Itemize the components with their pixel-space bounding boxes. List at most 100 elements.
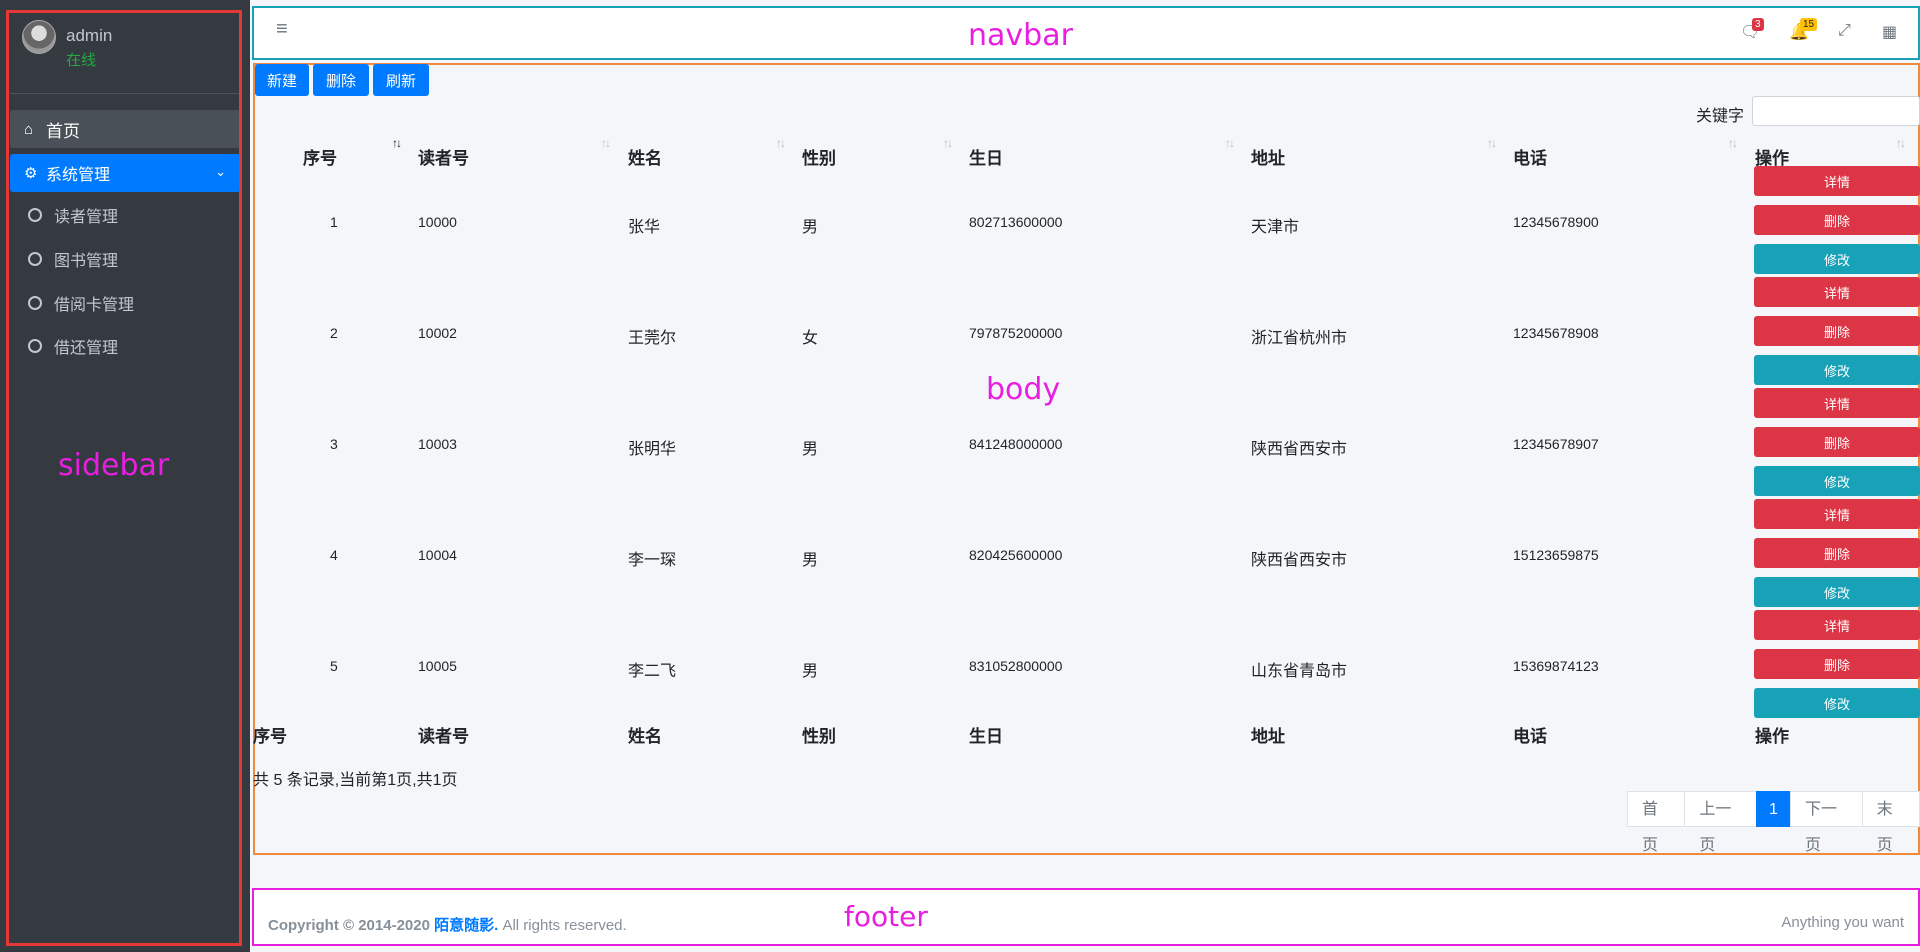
brand-link[interactable]: 陌意随影. [434, 917, 498, 934]
cell-address: 陕西省西安市 [1251, 552, 1348, 569]
detail-button[interactable]: 详情 [1754, 277, 1920, 307]
delete-row-button[interactable]: 删除 [1754, 427, 1920, 457]
cell-reader-no: 10000 [418, 214, 457, 230]
column-footer-reader-no: 读者号 [418, 727, 469, 746]
sort-icon[interactable]: ↑↓ [1896, 136, 1906, 150]
cell-reader-no: 10005 [418, 658, 457, 674]
sort-icon[interactable]: ↑↓ [1728, 136, 1738, 150]
sort-icon[interactable]: ↑↓ [943, 136, 953, 150]
user-panel[interactable]: admin 在线 [22, 18, 232, 78]
avatar[interactable] [22, 20, 56, 54]
detail-button[interactable]: 详情 [1754, 388, 1920, 418]
pagination: 首页 上一页 1 下一页 末页 [1627, 791, 1920, 854]
column-header-phone[interactable]: 电话 [1513, 144, 1547, 169]
column-header-address[interactable]: 地址 [1251, 144, 1285, 169]
column-footer-address: 地址 [1251, 727, 1285, 746]
navbar: ≡ navbar 🗨 3 🔔 15 ⤢ ▦ [252, 6, 1920, 60]
copyright-suffix: All rights reserved. [498, 917, 627, 934]
new-button[interactable]: 新建 [255, 64, 309, 96]
column-footer-gender: 性别 [802, 727, 836, 746]
delete-row-button[interactable]: 删除 [1754, 649, 1920, 679]
column-footer-birthday: 生日 [969, 727, 1003, 746]
chevron-down-icon: ⌄ [215, 164, 226, 179]
cell-gender: 男 [802, 552, 819, 569]
column-header-gender[interactable]: 性别 [802, 144, 836, 169]
cell-phone: 15369874123 [1513, 658, 1599, 674]
delete-row-button[interactable]: 删除 [1754, 205, 1920, 235]
expand-icon[interactable]: ⤢ [1838, 22, 1851, 40]
page-prev[interactable]: 上一页 [1684, 791, 1758, 854]
detail-button[interactable]: 详情 [1754, 166, 1920, 196]
menu-icon[interactable]: ≡ [276, 18, 288, 41]
cell-gender: 男 [802, 441, 819, 458]
column-footer-id: 序号 [253, 727, 287, 746]
copyright: Copyright © 2014-2020 陌意随影. All rights r… [268, 914, 627, 935]
edit-button[interactable]: 修改 [1754, 577, 1920, 607]
column-header-name[interactable]: 姓名 [628, 144, 662, 169]
table-info: 共 5 条记录,当前第1页,共1页 [253, 772, 458, 789]
cell-phone: 12345678908 [1513, 325, 1599, 341]
annotation-body: body [986, 372, 1061, 407]
annotation-sidebar: sidebar [58, 448, 170, 483]
sort-icon[interactable]: ↑↓ [1487, 136, 1497, 150]
delete-button[interactable]: 删除 [313, 64, 369, 96]
cell-id: 5 [330, 658, 338, 674]
sidebar-item-home[interactable]: ⌂ 首页 [10, 110, 240, 148]
sidebar-item-cards[interactable]: 借阅卡管理 [28, 288, 134, 318]
user-name[interactable]: admin [66, 26, 112, 46]
detail-button[interactable]: 详情 [1754, 499, 1920, 529]
delete-row-button[interactable]: 删除 [1754, 316, 1920, 346]
column-footer-name: 姓名 [628, 727, 662, 746]
column-header-birthday[interactable]: 生日 [969, 144, 1003, 169]
cell-phone: 12345678907 [1513, 436, 1599, 452]
cell-birthday: 820425600000 [969, 547, 1063, 563]
sidebar-item-label: 读者管理 [54, 209, 119, 226]
divider [10, 93, 240, 94]
sort-icon[interactable]: ↑↓ [776, 136, 786, 150]
sidebar-item-readers[interactable]: 读者管理 [28, 200, 118, 230]
edit-button[interactable]: 修改 [1754, 688, 1920, 718]
page-current[interactable]: 1 [1756, 791, 1791, 827]
edit-button[interactable]: 修改 [1754, 355, 1920, 385]
search-input[interactable] [1752, 96, 1920, 126]
detail-button[interactable]: 详情 [1754, 610, 1920, 640]
cell-reader-no: 10003 [418, 436, 457, 452]
page-next[interactable]: 下一页 [1789, 791, 1863, 854]
cell-phone: 15123659875 [1513, 547, 1599, 563]
page-first[interactable]: 首页 [1627, 791, 1686, 854]
sidebar-item-system[interactable]: ⚙ 系统管理 ⌄ [10, 154, 240, 192]
sort-asc-icon[interactable]: ↑↓ [392, 136, 402, 150]
delete-row-button[interactable]: 删除 [1754, 538, 1920, 568]
cell-reader-no: 10002 [418, 325, 457, 341]
edit-button[interactable]: 修改 [1754, 244, 1920, 274]
cell-id: 1 [330, 214, 338, 230]
cell-birthday: 797875200000 [969, 325, 1063, 341]
circle-icon [28, 208, 42, 222]
search-label: 关键字 [1696, 108, 1745, 125]
sort-icon[interactable]: ↑↓ [1225, 136, 1235, 150]
cell-name: 王莞尔 [628, 330, 677, 347]
grid-icon[interactable]: ▦ [1882, 22, 1897, 42]
column-header-id[interactable]: 序号 [303, 144, 337, 169]
cell-address: 山东省青岛市 [1251, 663, 1348, 680]
page-last[interactable]: 末页 [1861, 791, 1920, 854]
footer-tagline: Anything you want [1781, 914, 1904, 931]
cell-gender: 男 [802, 219, 819, 236]
column-footer-phone: 电话 [1513, 727, 1547, 746]
sidebar-item-label: 借阅卡管理 [54, 297, 135, 314]
cell-name: 张华 [628, 219, 661, 236]
cell-birthday: 802713600000 [969, 214, 1063, 230]
cell-id: 2 [330, 325, 338, 341]
refresh-button[interactable]: 刷新 [373, 64, 429, 96]
cell-address: 天津市 [1251, 219, 1300, 236]
edit-button[interactable]: 修改 [1754, 466, 1920, 496]
sidebar-item-label: 图书管理 [54, 253, 119, 270]
sidebar-item-borrow[interactable]: 借还管理 [28, 331, 118, 361]
sort-icon[interactable]: ↑↓ [601, 136, 611, 150]
circle-icon [28, 296, 42, 310]
cell-phone: 12345678900 [1513, 214, 1599, 230]
sidebar-item-books[interactable]: 图书管理 [28, 244, 118, 274]
column-header-reader-no[interactable]: 读者号 [418, 144, 469, 169]
sidebar-item-label: 系统管理 [46, 167, 111, 184]
sidebar-item-label: 借还管理 [54, 340, 119, 357]
